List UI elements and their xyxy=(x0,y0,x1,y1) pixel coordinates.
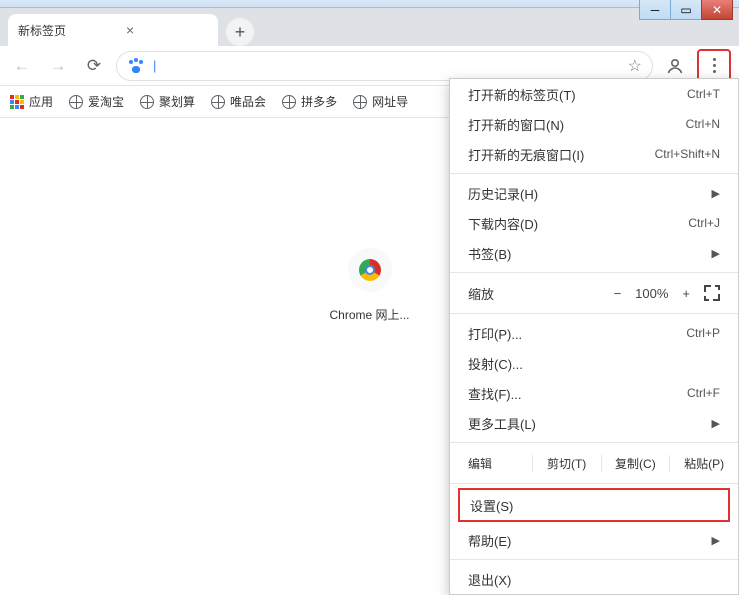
forward-button[interactable]: → xyxy=(44,52,72,80)
menu-separator xyxy=(450,313,738,314)
baidu-paw-icon xyxy=(127,57,145,75)
bookmark-item[interactable]: 聚划算 xyxy=(140,93,195,110)
globe-icon xyxy=(140,95,154,109)
menu-history[interactable]: 历史记录(H)▶ xyxy=(450,178,738,208)
new-tab-button[interactable]: + xyxy=(226,18,254,46)
globe-icon xyxy=(282,95,296,109)
fullscreen-icon[interactable] xyxy=(704,285,720,301)
menu-help[interactable]: 帮助(E)▶ xyxy=(450,525,738,555)
chrome-logo-icon xyxy=(359,259,381,281)
zoom-out-button[interactable]: − xyxy=(614,286,622,301)
bookmark-item[interactable]: 唯品会 xyxy=(211,93,266,110)
menu-separator xyxy=(450,559,738,560)
browser-tab[interactable]: 新标签页 × xyxy=(8,14,218,46)
menu-settings[interactable]: 设置(S) xyxy=(460,490,728,520)
menu-cast[interactable]: 投射(C)... xyxy=(450,348,738,378)
tab-close-icon[interactable]: × xyxy=(126,22,134,38)
menu-new-tab[interactable]: 打开新的标签页(T)Ctrl+T xyxy=(450,79,738,109)
menu-incognito[interactable]: 打开新的无痕窗口(I)Ctrl+Shift+N xyxy=(450,139,738,169)
settings-highlight: 设置(S) xyxy=(458,488,730,522)
menu-new-window[interactable]: 打开新的窗口(N)Ctrl+N xyxy=(450,109,738,139)
apps-label: 应用 xyxy=(29,93,53,110)
main-menu: 打开新的标签页(T)Ctrl+T 打开新的窗口(N)Ctrl+N 打开新的无痕窗… xyxy=(449,78,739,595)
menu-bookmarks[interactable]: 书签(B)▶ xyxy=(450,238,738,268)
bookmark-star-icon[interactable]: ☆ xyxy=(628,56,642,76)
tab-strip: 新标签页 × + xyxy=(0,8,739,46)
menu-zoom: 缩放 − 100% + xyxy=(450,277,738,309)
edit-label: 编辑 xyxy=(450,455,533,472)
tab-title: 新标签页 xyxy=(18,22,66,39)
menu-separator xyxy=(450,272,738,273)
window-maximize-button[interactable]: ▭ xyxy=(670,0,702,20)
address-bar[interactable]: ☆ xyxy=(116,51,653,81)
chevron-right-icon: ▶ xyxy=(712,534,720,547)
bookmark-item[interactable]: 网址导 xyxy=(353,93,408,110)
window-titlebar: ─ ▭ ✕ xyxy=(0,0,739,8)
apps-button[interactable]: 应用 xyxy=(10,93,53,110)
address-input[interactable] xyxy=(153,58,620,73)
chevron-right-icon: ▶ xyxy=(712,187,720,200)
menu-separator xyxy=(450,442,738,443)
menu-edit-row: 编辑 剪切(T) 复制(C) 粘贴(P) xyxy=(450,447,738,479)
menu-find[interactable]: 查找(F)...Ctrl+F xyxy=(450,378,738,408)
globe-icon xyxy=(353,95,367,109)
menu-print[interactable]: 打印(P)...Ctrl+P xyxy=(450,318,738,348)
apps-grid-icon xyxy=(10,95,24,109)
vertical-dots-icon xyxy=(713,58,716,73)
menu-exit[interactable]: 退出(X) xyxy=(450,564,738,594)
globe-icon xyxy=(211,95,225,109)
zoom-in-button[interactable]: + xyxy=(682,286,690,301)
menu-downloads[interactable]: 下载内容(D)Ctrl+J xyxy=(450,208,738,238)
window-minimize-button[interactable]: ─ xyxy=(639,0,671,20)
edit-cut-button[interactable]: 剪切(T) xyxy=(533,455,602,472)
menu-separator xyxy=(450,483,738,484)
chevron-right-icon: ▶ xyxy=(712,417,720,430)
back-button[interactable]: ← xyxy=(8,52,36,80)
bookmark-item[interactable]: 爱淘宝 xyxy=(69,93,124,110)
chevron-right-icon: ▶ xyxy=(712,247,720,260)
globe-icon xyxy=(69,95,83,109)
zoom-level: 100% xyxy=(635,286,668,301)
menu-separator xyxy=(450,173,738,174)
edit-paste-button[interactable]: 粘贴(P) xyxy=(670,455,738,472)
chrome-store-shortcut[interactable] xyxy=(348,248,392,292)
window-close-button[interactable]: ✕ xyxy=(701,0,733,20)
shortcut-label: Chrome 网上... xyxy=(329,306,409,323)
menu-more-tools[interactable]: 更多工具(L)▶ xyxy=(450,408,738,438)
reload-button[interactable]: ⟳ xyxy=(80,52,108,80)
edit-copy-button[interactable]: 复制(C) xyxy=(602,455,671,472)
profile-button[interactable] xyxy=(661,52,689,80)
bookmark-item[interactable]: 拼多多 xyxy=(282,93,337,110)
